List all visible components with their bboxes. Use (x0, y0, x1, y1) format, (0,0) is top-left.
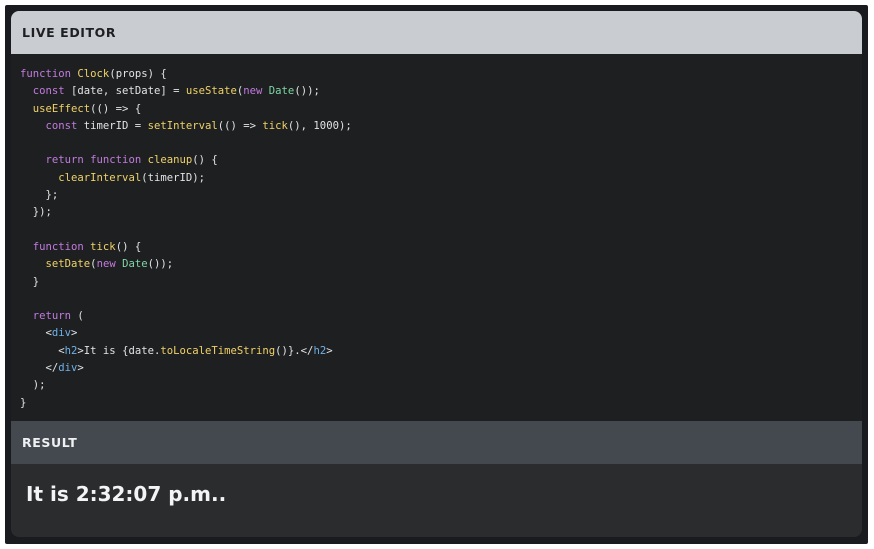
code-token: ( (71, 310, 84, 323)
code-token: return (20, 310, 72, 323)
code-token: (props) { (109, 68, 167, 80)
code-line: } (20, 274, 862, 291)
code-token: new (243, 85, 263, 98)
code-token: < (20, 344, 65, 357)
code-token: clearInterval (58, 171, 142, 184)
code-token: ); (20, 379, 46, 392)
code-line: function tick() { (20, 239, 862, 256)
code-line: function Clock(props) { (20, 66, 862, 83)
live-editor-card: LIVE EDITOR function Clock(props) { cons… (11, 11, 862, 537)
result-header: RESULT (11, 421, 862, 464)
code-token: > (77, 362, 84, 375)
code-token: function (90, 154, 142, 167)
code-line: setDate(new Date()); (20, 256, 862, 273)
code-token: () { (115, 240, 142, 253)
code-token: > (326, 344, 333, 357)
code-token: () { (192, 154, 218, 167)
code-line: clearInterval(timerID); (20, 170, 862, 187)
code-token: const (20, 119, 78, 132)
code-token: Date (268, 85, 295, 98)
code-token: toLocaleTimeString (160, 344, 276, 357)
code-token: setInterval (147, 119, 218, 132)
code-token: Clock (77, 68, 110, 80)
code-line: <div> (20, 325, 862, 342)
code-token: }; (20, 189, 59, 202)
code-line: }; (20, 187, 862, 204)
result-output: It is 2:32:07 p.m.. (26, 482, 227, 506)
code-line: <h2>It is {date.toLocaleTimeString()}.</… (20, 343, 862, 360)
code-token: >It is {date. (77, 344, 161, 357)
code-token: > (71, 327, 78, 340)
editor-title: LIVE EDITOR (22, 25, 117, 40)
code-token: div (51, 327, 72, 340)
result-panel: It is 2:32:07 p.m.. (11, 464, 862, 537)
result-title: RESULT (22, 435, 78, 450)
code-token: return (20, 154, 84, 167)
code-line: return function cleanup() { (20, 152, 862, 169)
code-token: useEffect (32, 102, 91, 115)
code-token: < (20, 327, 52, 340)
code-line: }); (20, 204, 862, 221)
code-line: return ( (20, 308, 862, 325)
code-token: timerID = (77, 119, 148, 132)
code-token: } (20, 275, 40, 288)
code-token: function (20, 68, 72, 80)
code-token: (timerID); (141, 171, 205, 184)
code-token: ()}.</ (275, 344, 314, 357)
code-token: </ (20, 362, 59, 375)
code-line: ); (20, 377, 862, 394)
code-token: Date (122, 258, 148, 271)
code-token: new (96, 258, 116, 271)
code-editor[interactable]: function Clock(props) { const [date, set… (11, 54, 862, 421)
code-token: cleanup (147, 154, 193, 167)
code-token: setDate (45, 258, 91, 271)
code-line: const [date, setDate] = useState(new Dat… (20, 83, 862, 100)
code-token: (), 1000); (287, 119, 352, 132)
code-token: ()); (294, 85, 320, 98)
editor-header: LIVE EDITOR (11, 11, 862, 54)
code-token: }); (20, 206, 52, 219)
code-token: h2 (64, 344, 78, 357)
code-token: div (58, 362, 78, 375)
code-line: const timerID = setInterval(() => tick()… (20, 118, 862, 135)
code-token: h2 (313, 344, 327, 357)
code-token: const (20, 85, 65, 98)
code-token: ()); (147, 258, 174, 271)
code-token: function (20, 240, 84, 253)
code-token: tick (90, 240, 116, 253)
code-line: useEffect(() => { (20, 101, 862, 118)
code-line: } (20, 395, 862, 412)
code-token: (() => (217, 119, 263, 132)
code-token: tick (262, 119, 288, 132)
code-token: useState (185, 85, 237, 98)
code-token: [date, setDate] = (64, 85, 186, 98)
code-token: } (20, 396, 27, 409)
code-token: (() => { (90, 102, 142, 115)
code-line: </div> (20, 360, 862, 377)
